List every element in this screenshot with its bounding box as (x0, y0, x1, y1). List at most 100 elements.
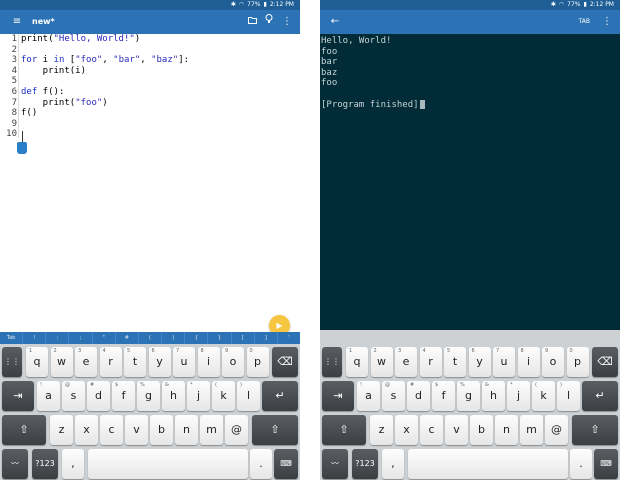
menu-icon[interactable]: ≡ (10, 10, 24, 34)
key-j[interactable]: * j (507, 381, 530, 411)
key-j[interactable]: * j (187, 381, 210, 411)
swipe-input-key-icon[interactable]: 〰 (322, 449, 348, 479)
overflow-menu-icon[interactable]: ⋮ (601, 10, 613, 34)
key-l[interactable]: ) l (237, 381, 260, 411)
key-s[interactable]: @ s (62, 381, 85, 411)
keyboard-settings-key-icon[interactable]: ⌨ (274, 449, 298, 479)
shift-key-icon[interactable]: ⇧ (252, 415, 298, 445)
key-v[interactable]: v (445, 415, 468, 445)
extra-key[interactable]: ' (278, 332, 300, 344)
key-h[interactable]: & h (482, 381, 505, 411)
key-x[interactable]: x (395, 415, 418, 445)
key-p[interactable]: 0p (246, 347, 269, 377)
emoji-grid-key-icon[interactable]: ⋮⋮ (322, 347, 342, 377)
key-t[interactable]: 5t (124, 347, 146, 377)
shift-key-icon[interactable]: ⇧ (322, 415, 366, 445)
backspace-key-icon[interactable]: ⌫ (272, 347, 298, 377)
key-z[interactable]: z (50, 415, 73, 445)
tab-key-icon[interactable]: ⇥ (2, 381, 34, 411)
key-m[interactable]: m (200, 415, 223, 445)
key-z[interactable]: z (370, 415, 393, 445)
key-q[interactable]: 1q (26, 347, 48, 377)
key-k[interactable]: (k (532, 381, 555, 411)
key-w[interactable]: 2w (50, 347, 73, 377)
key-i[interactable]: 8i (197, 347, 220, 377)
backspace-key-icon[interactable]: ⌫ (592, 347, 618, 377)
space-key[interactable] (408, 449, 568, 479)
key-s[interactable]: @ s (382, 381, 405, 411)
extra-key[interactable]: ! (23, 332, 47, 344)
key-at[interactable]: @ (225, 415, 248, 445)
key-l[interactable]: ) l (557, 381, 580, 411)
keyboard-settings-key-icon[interactable]: ⌨ (594, 449, 618, 479)
terminal-output[interactable]: Hello, World! foo bar baz foo [Program finish… (320, 34, 620, 330)
key-u[interactable]: 7u (493, 347, 515, 377)
key-m[interactable]: m (520, 415, 543, 445)
space-key[interactable] (88, 449, 248, 479)
key-t[interactable]: 5t (444, 347, 466, 377)
key-k[interactable]: (k (212, 381, 235, 411)
key-n[interactable]: n (175, 415, 198, 445)
extra-key[interactable]: : (46, 332, 70, 344)
extra-key[interactable]: ; (69, 332, 93, 344)
key-h[interactable]: & h (162, 381, 185, 411)
run-icon[interactable] (263, 10, 275, 34)
period-key[interactable]: . (570, 449, 592, 479)
swipe-input-key-icon[interactable]: 〰 (2, 449, 28, 479)
extra-key[interactable]: { (185, 332, 209, 344)
enter-key-icon[interactable]: ↵ (582, 381, 618, 411)
shift-key-icon[interactable]: ⇧ (2, 415, 46, 445)
enter-key-icon[interactable]: ↵ (262, 381, 298, 411)
key-d[interactable]: # d (407, 381, 430, 411)
symbols-key[interactable]: ?123 (352, 449, 378, 479)
key-f[interactable]: $ f (432, 381, 455, 411)
key-r[interactable]: 4r (99, 347, 122, 377)
extra-key[interactable]: } (208, 332, 232, 344)
key-f[interactable]: $ f (112, 381, 135, 411)
key-v[interactable]: v (125, 415, 148, 445)
key-g[interactable]: % g (457, 381, 480, 411)
tab-key-icon[interactable]: ⇥ (322, 381, 354, 411)
folder-icon[interactable] (246, 10, 258, 34)
extra-key[interactable]: ] (255, 332, 278, 344)
cursor-handle-icon[interactable] (17, 142, 27, 154)
key-g[interactable]: % g (137, 381, 160, 411)
back-arrow-icon[interactable]: ← (328, 10, 342, 34)
extra-key[interactable]: " (93, 332, 116, 344)
comma-key[interactable]: , (382, 449, 404, 479)
key-q[interactable]: 1q (346, 347, 368, 377)
key-y[interactable]: 6y (148, 347, 171, 377)
key-x[interactable]: x (75, 415, 98, 445)
shift-key-icon[interactable]: ⇧ (572, 415, 618, 445)
key-a[interactable]: ! a (357, 381, 380, 411)
key-i[interactable]: 8i (517, 347, 540, 377)
key-c[interactable]: c (420, 415, 443, 445)
key-e[interactable]: 3e (75, 347, 97, 377)
key-o[interactable]: 9o (222, 347, 244, 377)
key-at[interactable]: @ (545, 415, 568, 445)
key-r[interactable]: 4r (419, 347, 442, 377)
key-d[interactable]: # d (87, 381, 110, 411)
extra-key[interactable]: Tab (0, 332, 24, 344)
key-u[interactable]: 7u (173, 347, 195, 377)
key-y[interactable]: 6y (468, 347, 491, 377)
period-key[interactable]: . (250, 449, 272, 479)
overflow-menu-icon[interactable]: ⋮ (281, 10, 293, 34)
tab-key-button[interactable]: TAB (579, 10, 590, 34)
key-e[interactable]: 3e (395, 347, 417, 377)
extra-key[interactable]: # (116, 332, 139, 344)
key-w[interactable]: 2w (370, 347, 393, 377)
key-p[interactable]: 0p (566, 347, 589, 377)
key-b[interactable]: b (150, 415, 173, 445)
key-b[interactable]: b (470, 415, 493, 445)
key-o[interactable]: 9o (542, 347, 564, 377)
key-c[interactable]: c (100, 415, 123, 445)
code-editor[interactable]: 1 print("Hello, World!") 2 3 for i in ["foo"… (0, 34, 300, 332)
comma-key[interactable]: , (62, 449, 84, 479)
extra-key[interactable]: ) (162, 332, 186, 344)
key-n[interactable]: n (495, 415, 518, 445)
key-a[interactable]: ! a (37, 381, 60, 411)
extra-key[interactable]: ( (139, 332, 163, 344)
extra-key[interactable]: [ (232, 332, 255, 344)
emoji-grid-key-icon[interactable]: ⋮⋮ (2, 347, 22, 377)
